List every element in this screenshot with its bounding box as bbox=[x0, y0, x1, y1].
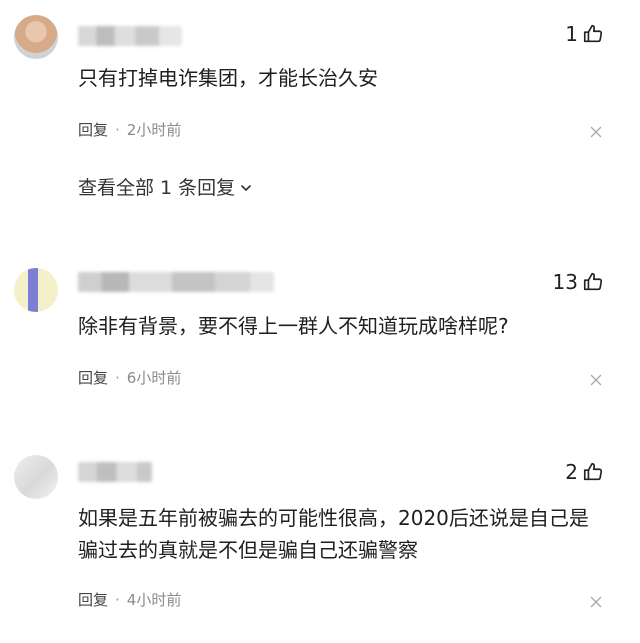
view-all-replies-button[interactable]: 查看全部 1 条回复 bbox=[78, 173, 253, 200]
comment-text: 只有打掉电诈集团，才能长治久安 bbox=[78, 66, 378, 90]
thumbs-up-icon bbox=[583, 272, 603, 291]
close-icon[interactable] bbox=[590, 374, 602, 386]
close-icon[interactable] bbox=[590, 126, 602, 138]
username-blurred[interactable] bbox=[78, 26, 182, 46]
like-button[interactable]: 2 bbox=[565, 460, 604, 484]
like-count: 2 bbox=[565, 460, 578, 484]
username-blurred[interactable] bbox=[78, 272, 274, 292]
separator-dot: · bbox=[115, 120, 120, 139]
comment-text: 如果是五年前被骗去的可能性很高，2020后还说是自己是骗过去的真就是不但是骗自己… bbox=[78, 506, 589, 562]
like-count: 1 bbox=[565, 22, 578, 46]
comment-time: 6小时前 bbox=[126, 369, 182, 387]
view-all-replies-label: 查看全部 1 条回复 bbox=[78, 177, 236, 199]
reply-button[interactable]: 回复 bbox=[78, 119, 108, 140]
reply-button[interactable]: 回复 bbox=[78, 589, 108, 610]
avatar[interactable] bbox=[14, 455, 58, 499]
like-button[interactable]: 1 bbox=[565, 22, 604, 46]
chevron-down-icon bbox=[241, 184, 251, 191]
username-blurred[interactable] bbox=[78, 462, 152, 482]
avatar[interactable] bbox=[14, 268, 58, 312]
comment-meta: 回复 · 4小时前 bbox=[78, 589, 181, 610]
comment-time: 4小时前 bbox=[126, 591, 182, 609]
close-icon[interactable] bbox=[590, 596, 602, 608]
comment-meta: 回复 · 6小时前 bbox=[78, 367, 181, 388]
separator-dot: · bbox=[115, 590, 120, 609]
like-button[interactable]: 13 bbox=[553, 270, 604, 294]
thumbs-up-icon bbox=[583, 24, 603, 43]
like-count: 13 bbox=[552, 270, 578, 294]
avatar[interactable] bbox=[14, 15, 58, 59]
comment-meta: 回复 · 2小时前 bbox=[78, 119, 181, 140]
separator-dot: · bbox=[115, 368, 120, 387]
comment-text: 除非有背景，要不得上一群人不知道玩成啥样呢? bbox=[78, 314, 509, 338]
comment-time: 2小时前 bbox=[126, 121, 182, 139]
reply-button[interactable]: 回复 bbox=[78, 367, 108, 388]
thumbs-up-icon bbox=[583, 462, 603, 481]
